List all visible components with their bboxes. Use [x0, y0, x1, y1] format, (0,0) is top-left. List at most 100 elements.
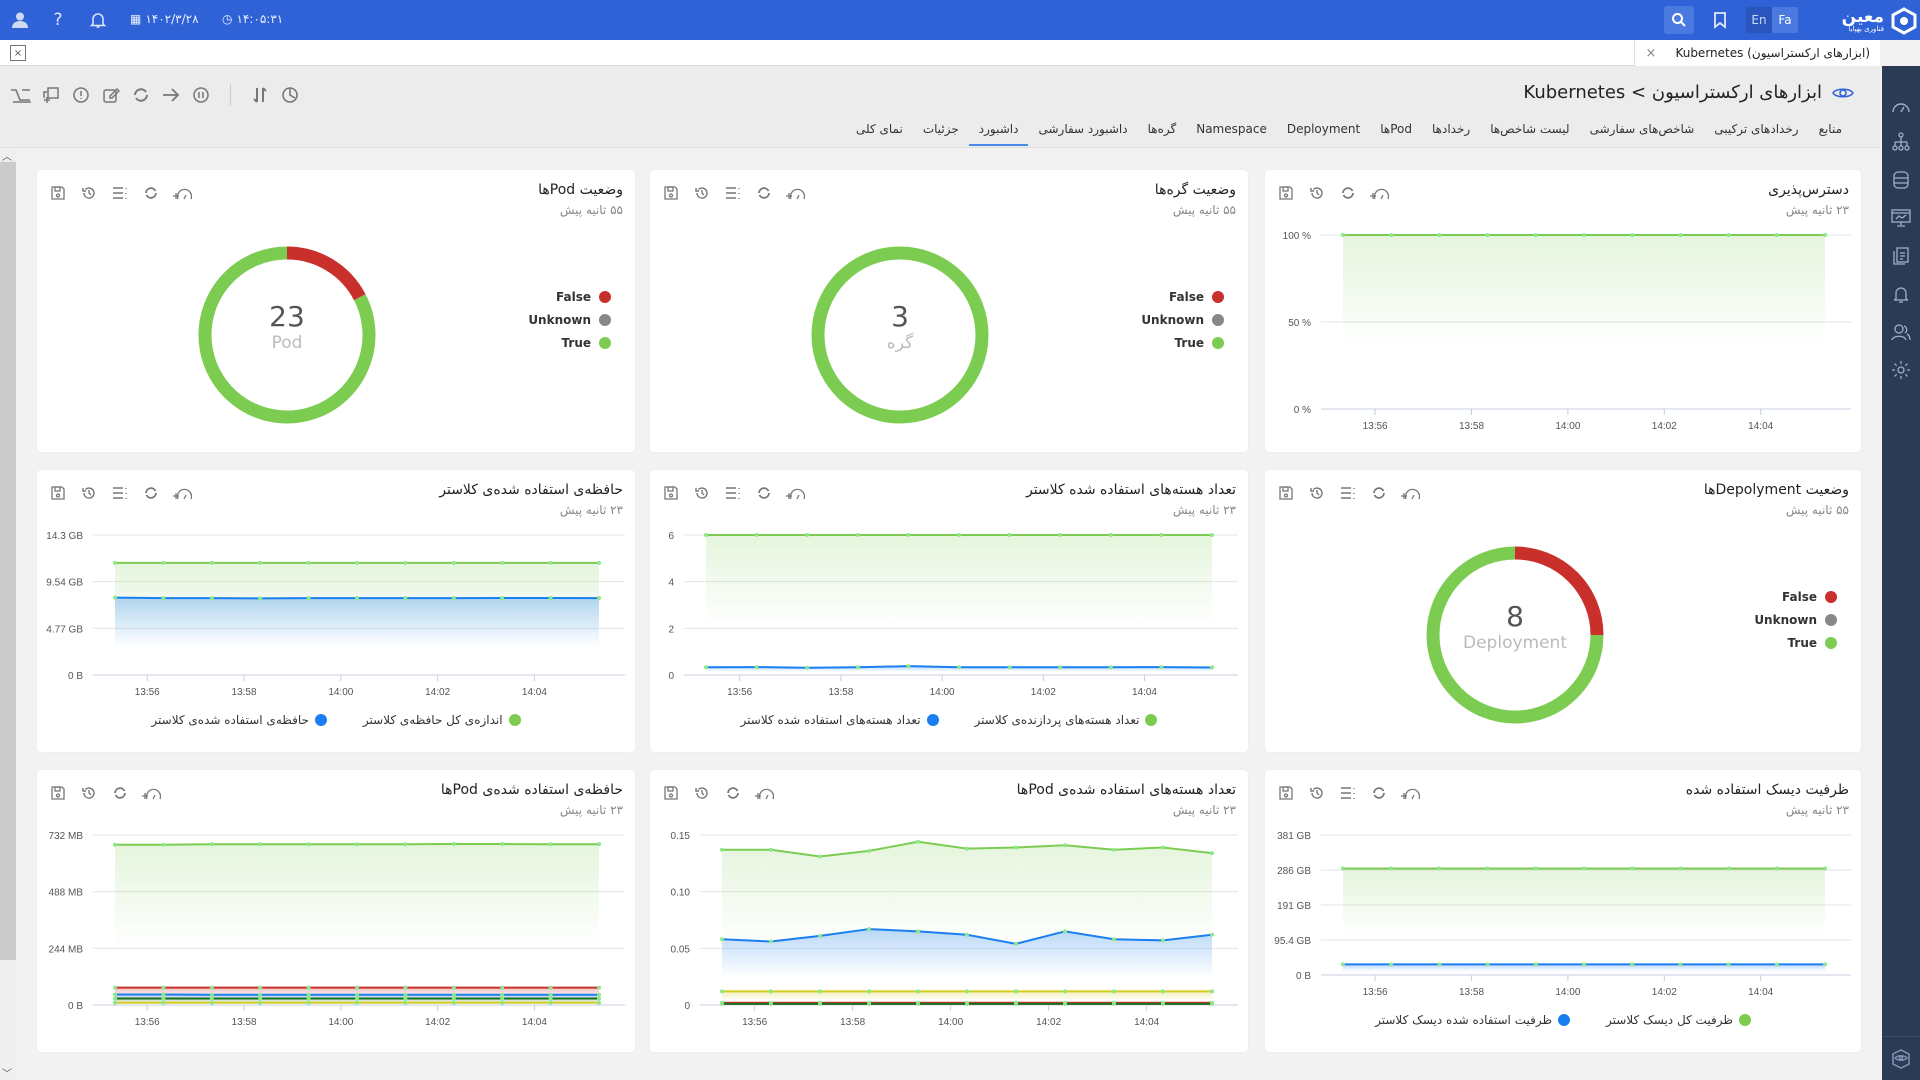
legend-item[interactable]: اندازه‌ی کل حافظه‌ی کلاستر — [363, 713, 521, 727]
data-point[interactable] — [1533, 233, 1538, 237]
data-point[interactable] — [548, 992, 553, 997]
data-point[interactable] — [258, 992, 263, 997]
data-point[interactable] — [965, 932, 969, 937]
data-point[interactable] — [965, 1001, 969, 1006]
data-point[interactable] — [720, 847, 724, 852]
data-point[interactable] — [451, 996, 456, 1001]
data-point[interactable] — [1210, 533, 1214, 537]
data-point[interactable] — [1774, 866, 1779, 871]
data-point[interactable] — [1630, 962, 1635, 967]
data-point[interactable] — [720, 989, 724, 994]
data-point[interactable] — [113, 996, 117, 1001]
data-point[interactable] — [355, 1000, 359, 1005]
tab-5[interactable]: Namespace — [1186, 118, 1277, 146]
data-point[interactable] — [355, 992, 359, 997]
settings-gear-icon[interactable] — [1889, 358, 1913, 382]
data-point[interactable] — [1389, 866, 1394, 871]
donut-slice-false[interactable] — [286, 246, 366, 301]
data-point[interactable] — [1063, 989, 1067, 994]
data-point[interactable] — [355, 560, 359, 565]
data-point[interactable] — [161, 985, 166, 990]
data-point[interactable] — [1389, 962, 1394, 967]
data-point[interactable] — [1485, 962, 1490, 967]
data-point[interactable] — [867, 927, 871, 932]
data-point[interactable] — [355, 985, 359, 990]
data-point[interactable] — [113, 985, 117, 990]
search-button[interactable] — [1664, 6, 1694, 34]
tab-1[interactable]: جزئیات — [913, 118, 969, 146]
data-point[interactable] — [1726, 233, 1731, 237]
close-tab-icon[interactable]: × — [1645, 46, 1656, 61]
data-point[interactable] — [965, 846, 969, 851]
data-point[interactable] — [258, 596, 263, 601]
data-point[interactable] — [1210, 1001, 1214, 1006]
data-point[interactable] — [1112, 989, 1116, 994]
data-point[interactable] — [403, 996, 408, 1001]
data-point[interactable] — [403, 992, 408, 997]
legend-item-true[interactable]: True — [1141, 336, 1224, 350]
data-point[interactable] — [855, 533, 860, 537]
data-point[interactable] — [258, 560, 263, 565]
lang-fa-button[interactable]: Fa — [1772, 7, 1798, 33]
data-point[interactable] — [161, 842, 166, 847]
data-point[interactable] — [306, 1000, 311, 1005]
data-point[interactable] — [867, 848, 871, 853]
data-point[interactable] — [500, 985, 505, 990]
legend-item-unknown[interactable]: Unknown — [1141, 313, 1224, 327]
clipboard-icon[interactable] — [1889, 244, 1913, 268]
legend-item[interactable]: حافظه‌ی استفاده شده‌ی کلاستر — [151, 713, 327, 727]
data-point[interactable] — [548, 595, 553, 600]
data-point[interactable] — [403, 1000, 408, 1005]
tab-6[interactable]: Deployment — [1277, 118, 1370, 146]
user-icon[interactable] — [8, 8, 32, 32]
data-point[interactable] — [1159, 533, 1164, 537]
data-point[interactable] — [451, 1000, 456, 1005]
data-point[interactable] — [548, 996, 553, 1001]
data-point[interactable] — [1582, 233, 1586, 237]
data-point[interactable] — [209, 985, 214, 990]
data-point[interactable] — [1437, 866, 1442, 871]
data-point[interactable] — [1210, 932, 1214, 937]
data-point[interactable] — [1007, 665, 1012, 670]
data-point[interactable] — [1112, 937, 1116, 942]
data-point[interactable] — [1108, 665, 1113, 670]
pause-icon[interactable] — [190, 84, 212, 106]
data-point[interactable] — [1007, 533, 1012, 537]
data-point[interactable] — [500, 595, 505, 600]
tab-2[interactable]: داشبورد — [968, 118, 1029, 146]
data-point[interactable] — [548, 560, 553, 565]
data-point[interactable] — [451, 985, 456, 990]
data-point[interactable] — [1210, 851, 1214, 856]
database-icon[interactable] — [1889, 168, 1913, 192]
data-point[interactable] — [1774, 962, 1779, 967]
legend-item-unknown[interactable]: Unknown — [528, 313, 611, 327]
refresh-icon[interactable] — [130, 84, 152, 106]
legend-item-unknown[interactable]: Unknown — [1754, 613, 1837, 627]
data-point[interactable] — [805, 665, 810, 670]
data-point[interactable] — [906, 664, 911, 669]
data-point[interactable] — [258, 842, 263, 847]
data-point[interactable] — [769, 939, 773, 944]
data-point[interactable] — [818, 933, 822, 938]
data-point[interactable] — [1161, 938, 1165, 943]
chart-compare-icon[interactable] — [10, 84, 32, 106]
data-point[interactable] — [1630, 233, 1635, 237]
legend-item-false[interactable]: False — [1754, 590, 1837, 604]
data-point[interactable] — [597, 560, 601, 565]
data-point[interactable] — [769, 847, 773, 852]
data-point[interactable] — [754, 533, 759, 537]
bookmark-icon[interactable] — [1708, 8, 1732, 32]
data-point[interactable] — [403, 560, 408, 565]
data-point[interactable] — [957, 533, 961, 537]
data-point[interactable] — [113, 560, 117, 565]
data-point[interactable] — [548, 985, 553, 990]
data-point[interactable] — [451, 596, 456, 601]
window-tab[interactable]: × Kubernetes (ابزارهای ارکستراسیون) — [1634, 40, 1880, 66]
data-point[interactable] — [451, 560, 456, 565]
scrollbar-thumb[interactable] — [0, 162, 16, 960]
data-point[interactable] — [1582, 866, 1586, 871]
data-point[interactable] — [355, 596, 359, 601]
data-point[interactable] — [451, 842, 456, 847]
data-point[interactable] — [1726, 962, 1731, 967]
tab-7[interactable]: Podها — [1370, 118, 1422, 146]
